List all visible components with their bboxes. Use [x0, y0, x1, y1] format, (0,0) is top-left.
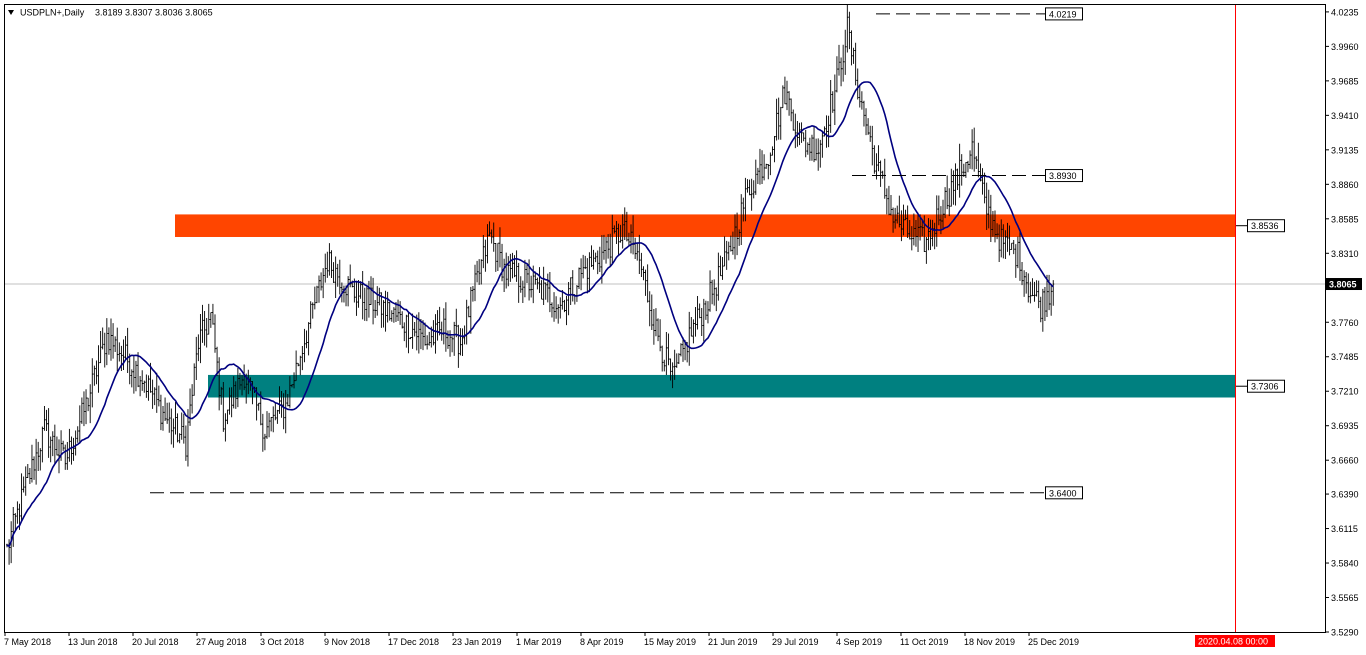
zone-label: 3.7306	[1251, 382, 1279, 392]
x-tick-label: 8 Apr 2019	[580, 637, 624, 647]
x-tick-label: 11 Oct 2019	[900, 637, 948, 647]
current-price-label: 3.8065	[1326, 278, 1362, 291]
x-tick-label: 9 Nov 2018	[324, 637, 370, 647]
x-tick-label: 27 Aug 2018	[196, 637, 247, 647]
y-tick-label: 3.8585	[1331, 214, 1359, 224]
x-tick-label: 1 Mar 2019	[516, 637, 562, 647]
y-tick-label: 3.6115	[1331, 524, 1358, 534]
ohlc-label: 3.8189 3.8307 3.8036 3.8065	[95, 8, 213, 18]
x-tick-label: 23 Jan 2019	[452, 637, 502, 647]
y-tick-label: 3.7210	[1331, 387, 1359, 397]
y-tick-label: 3.5290	[1331, 628, 1359, 638]
y-tick-label: 3.6390	[1331, 490, 1359, 500]
y-tick-label: 3.7760	[1331, 318, 1359, 328]
y-tick-label: 3.9135	[1331, 145, 1359, 155]
x-tick-label: 18 Nov 2019	[964, 637, 1015, 647]
zone-rect	[175, 214, 1235, 237]
price-chart[interactable]: 3.8536 3.7306 4.0219 3.8930 3.6400 4.0235 3.…	[0, 0, 1366, 655]
x-tick-label: 21 Jun 2019	[708, 637, 758, 647]
symbol-label: USDPLN+,Daily	[20, 8, 85, 18]
x-tick-label: 7 May 2018	[4, 637, 51, 647]
level-label: 3.6400	[1049, 488, 1077, 498]
y-tick-label: 3.8310	[1331, 249, 1359, 259]
level-label: 3.8930	[1049, 171, 1077, 181]
time-marker-value: 2020.04.08 00:00	[1198, 637, 1268, 647]
x-tick-label: 29 Jul 2019	[772, 637, 819, 647]
y-tick-label: 3.6660	[1331, 456, 1359, 466]
x-tick-label: 3 Oct 2018	[260, 637, 304, 647]
x-tick-label: 20 Jul 2018	[132, 637, 179, 647]
x-tick-label: 13 Jun 2018	[68, 637, 118, 647]
y-tick-label: 3.7485	[1331, 352, 1359, 362]
time-marker-label: 2020.04.08 00:00	[1195, 635, 1275, 647]
y-tick-label: 3.5565	[1331, 593, 1359, 603]
y-tick-label: 3.9410	[1331, 111, 1359, 121]
y-tick-label: 3.6935	[1331, 421, 1359, 431]
zone-rect	[208, 374, 1235, 398]
x-tick-label: 25 Dec 2019	[1028, 637, 1079, 647]
x-tick-label: 4 Sep 2019	[836, 637, 882, 647]
y-tick-label: 3.9685	[1331, 76, 1359, 86]
y-tick-label: 3.8860	[1331, 180, 1359, 190]
y-tick-label: 4.0235	[1331, 7, 1359, 17]
chart-header: USDPLN+,Daily 3.8189 3.8307 3.8036 3.806…	[8, 8, 213, 18]
y-tick-label: 3.5840	[1331, 559, 1359, 569]
level-label: 4.0219	[1049, 9, 1077, 19]
x-tick-label: 17 Dec 2018	[388, 637, 439, 647]
current-price-value: 3.8065	[1329, 280, 1357, 290]
y-tick-label: 3.9960	[1331, 42, 1359, 52]
x-tick-label: 15 May 2019	[644, 637, 696, 647]
zone-label: 3.8536	[1251, 221, 1279, 231]
